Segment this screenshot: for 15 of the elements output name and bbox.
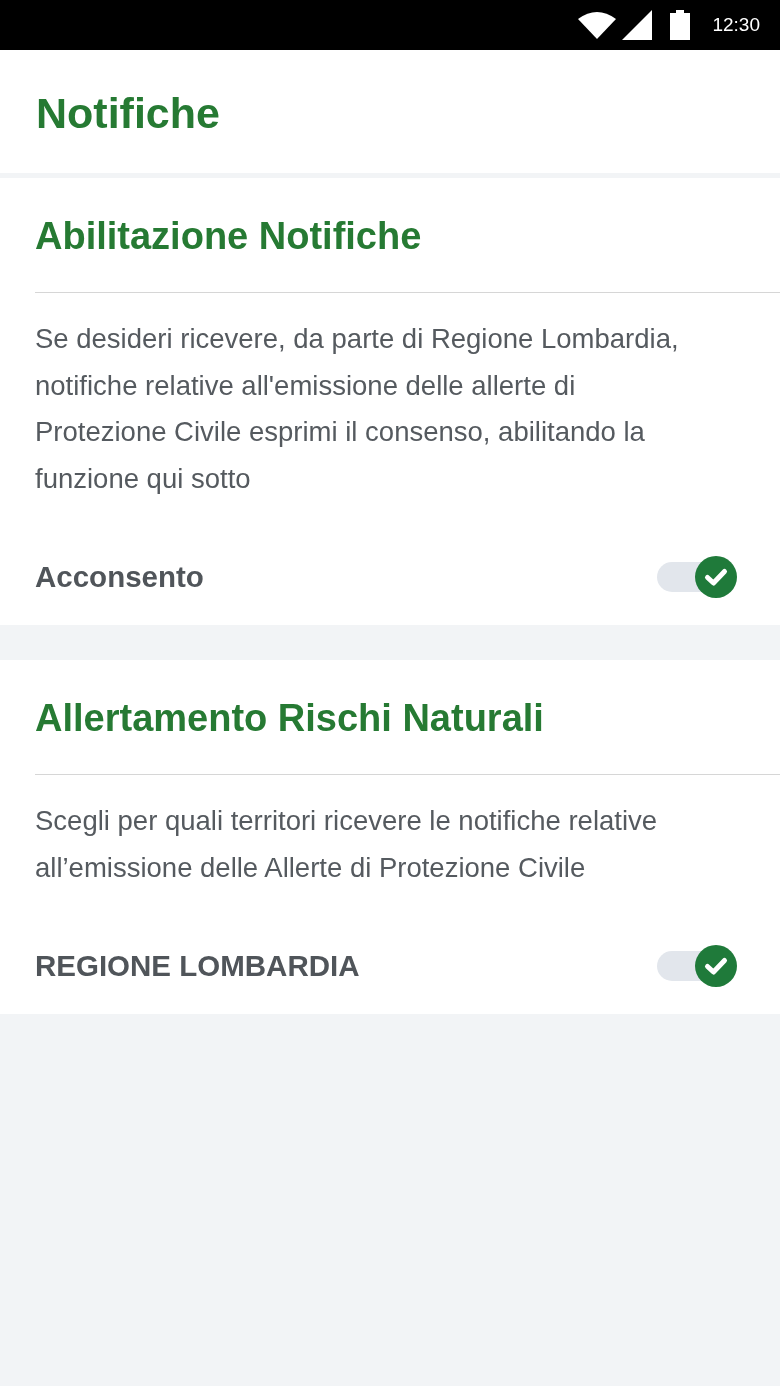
wifi-icon bbox=[578, 11, 617, 39]
battery-icon bbox=[670, 10, 691, 40]
page-title: Notifiche bbox=[36, 87, 220, 138]
toggle-switch[interactable] bbox=[657, 555, 737, 599]
check-icon bbox=[695, 556, 737, 598]
section-title: Allertamento Rischi Naturali bbox=[35, 696, 545, 740]
toggle-label: Acconsento bbox=[35, 560, 204, 594]
section-title: Abilitazione Notifiche bbox=[35, 214, 423, 258]
check-icon bbox=[695, 945, 737, 987]
section-description: Se desideri ricevere, da parte di Regione Lombardia, notifiche relative all'emissione delle allerte di Protezione Civile esprimi il consenso, abilitando la funzione qui sotto bbox=[35, 322, 680, 496]
toggle-label: REGIONE LOMBARDIA bbox=[35, 949, 360, 983]
status-time: 12:30 bbox=[712, 14, 760, 36]
signal-icon bbox=[622, 10, 653, 40]
toggle-switch[interactable] bbox=[657, 944, 737, 988]
section-description: Scegli per quali territori ricevere le notifiche relative all’emissione delle Allerte di Protezione Civile bbox=[35, 804, 659, 885]
